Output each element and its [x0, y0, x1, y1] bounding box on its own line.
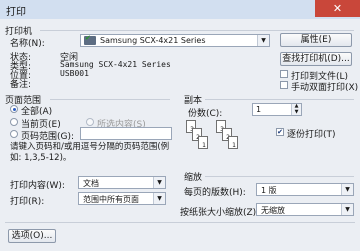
type-value: Samsung SCX-4x21 Series	[60, 60, 171, 69]
chevron-down-icon: ▼	[341, 204, 353, 215]
page-numbers-label: 页码范围(G):	[21, 132, 75, 142]
selection-radio[interactable]	[86, 118, 94, 126]
properties-button[interactable]: 属性(E)	[280, 33, 352, 47]
close-icon: ✕	[332, 2, 343, 15]
options-button[interactable]: 选项(O)...	[8, 229, 56, 243]
scale-to-paper-value: 无缩放	[261, 206, 285, 215]
where-value: USB001	[60, 69, 89, 78]
page-numbers-radio[interactable]	[10, 130, 18, 138]
printer-name-label: 名称(N):	[10, 39, 45, 49]
print-label: 打印(R):	[10, 197, 45, 207]
copies-count-label: 份数(C):	[188, 109, 223, 119]
all-pages-radio[interactable]	[10, 105, 18, 113]
pages-per-sheet-value: 1 版	[261, 186, 277, 195]
printer-group-separator	[40, 30, 354, 31]
chevron-down-icon: ▼	[341, 184, 353, 195]
close-button[interactable]: ✕	[315, 0, 360, 17]
title-bar	[0, 0, 360, 19]
find-printer-button[interactable]: 查找打印机(D)...	[280, 52, 352, 66]
scale-to-paper-label: 按纸张大小缩放(Z):	[180, 208, 260, 218]
window-title: 打印	[6, 7, 26, 18]
page-range-hint: 请键入页码和/或用逗号分隔的页码范围(例如: 1,3,5-12)。	[10, 142, 170, 163]
print-what-select[interactable]: 文档 ▼	[78, 176, 166, 189]
zoom-group-title: 缩放	[184, 173, 203, 183]
chevron-down-icon: ▼	[153, 193, 165, 204]
printer-name-select[interactable]: ✔ Samsung SCX-4x21 Series ▼	[80, 34, 270, 47]
print-to-file-checkbox[interactable]	[280, 70, 288, 78]
page-range-separator	[50, 99, 170, 100]
page-numbers-input[interactable]	[80, 127, 172, 140]
all-pages-label: 全部(A)	[21, 107, 53, 117]
print-range-select[interactable]: 范围中所有页面 ▼	[78, 192, 166, 205]
manual-duplex-checkbox[interactable]	[280, 81, 288, 89]
collate-illustration: 3 2 1 3 2 1	[186, 120, 250, 160]
comment-label: 备注:	[10, 80, 32, 90]
pages-per-sheet-select[interactable]: 1 版 ▼	[256, 183, 354, 196]
footer-separator	[5, 222, 355, 223]
copies-count-spinner[interactable]: 1 ▲ ▼	[252, 103, 302, 116]
copies-count-value: 1	[256, 105, 262, 114]
chevron-down-icon: ▼	[153, 177, 165, 188]
current-page-radio[interactable]	[10, 118, 18, 126]
default-check-icon: ✔	[85, 34, 91, 42]
page-icon: 1	[228, 136, 238, 149]
printer-name-value: Samsung SCX-4x21 Series	[100, 36, 206, 45]
print-range-value: 范围中所有页面	[83, 195, 139, 204]
chevron-down-icon: ▼	[257, 35, 269, 46]
scale-to-paper-select[interactable]: 无缩放 ▼	[256, 203, 354, 216]
pages-per-sheet-label: 每页的版数(H):	[184, 188, 246, 198]
print-what-label: 打印内容(W):	[10, 181, 65, 191]
copies-group-title: 副本	[184, 96, 203, 106]
manual-duplex-label: 手动双面打印(X)	[291, 83, 359, 93]
collate-label: 逐份打印(T)	[287, 130, 336, 140]
copies-separator	[205, 99, 354, 100]
print-what-value: 文档	[83, 179, 99, 188]
page-icon: 1	[198, 136, 208, 149]
spinner-arrows-icon[interactable]: ▲ ▼	[291, 103, 301, 115]
collate-checkbox[interactable]: ✔	[276, 128, 284, 136]
zoom-separator	[205, 176, 354, 177]
